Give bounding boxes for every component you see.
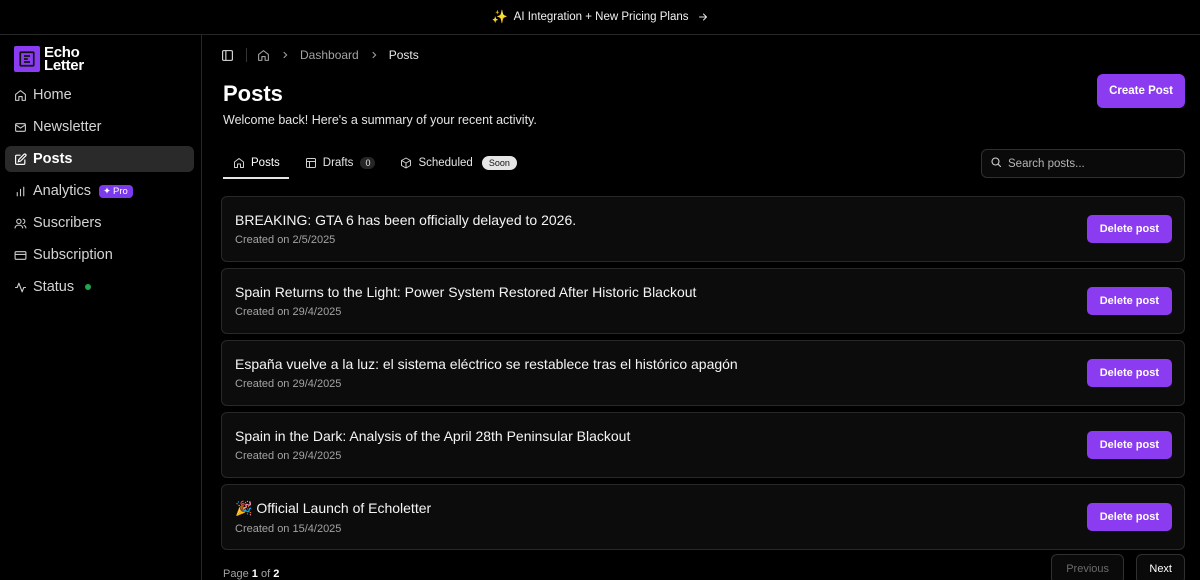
sparkle-icon: ✦ — [103, 185, 111, 197]
sidebar-item-status[interactable]: Status — [5, 274, 194, 300]
sidebar-item-label: Posts — [33, 151, 73, 167]
search-input[interactable] — [1008, 157, 1178, 170]
sidebar-item-label: Suscribers — [33, 215, 102, 231]
post-title: Spain in the Dark: Analysis of the April… — [235, 428, 631, 444]
sidebar-item-label: Analytics — [33, 183, 92, 199]
previous-page-button[interactable]: Previous — [1051, 554, 1124, 580]
page-subtitle: Welcome back! Here's a summary of your r… — [223, 113, 537, 127]
next-page-button[interactable]: Next — [1136, 554, 1185, 580]
tab-label: Drafts — [322, 157, 354, 169]
pagination: Page 1 of 2 Previous Next — [221, 554, 1185, 580]
search-icon — [990, 155, 1002, 173]
status-indicator — [85, 284, 92, 290]
delete-post-button[interactable]: Delete post — [1086, 359, 1172, 387]
banner-text: AI Integration + New Pricing Plans — [513, 11, 689, 23]
sidebar-item-subscription[interactable]: Subscription — [5, 242, 194, 268]
breadcrumb: Dashboard Posts — [221, 48, 1185, 62]
post-date: Created on 29/4/2025 — [235, 378, 342, 390]
users-icon — [14, 217, 27, 230]
post-title: Spain Returns to the Light: Power System… — [235, 284, 697, 300]
bar-chart-icon — [14, 185, 27, 198]
post-date: Created on 29/4/2025 — [235, 306, 342, 318]
arrow-right-icon — [697, 11, 709, 23]
divider — [246, 48, 247, 62]
post-title: España vuelve a la luz: el sistema eléct… — [235, 356, 738, 372]
tab-scheduled[interactable]: Scheduled Soon — [390, 149, 525, 179]
announcement-banner[interactable]: ✨ AI Integration + New Pricing Plans — [0, 0, 1200, 35]
post-card[interactable]: BREAKING: GTA 6 has been officially dela… — [221, 196, 1185, 262]
box-icon — [400, 157, 412, 169]
sidebar-item-label: Home — [33, 87, 72, 103]
home-icon — [233, 157, 245, 169]
edit-icon — [14, 152, 27, 166]
sidebar-item-label: Status — [33, 279, 75, 295]
post-card[interactable]: Spain in the Dark: Analysis of the April… — [221, 412, 1185, 478]
delete-post-button[interactable]: Delete post — [1086, 287, 1172, 315]
post-date: Created on 15/4/2025 — [235, 523, 342, 535]
post-list: BREAKING: GTA 6 has been officially dela… — [221, 196, 1185, 550]
create-post-button[interactable]: Create Post — [1097, 74, 1185, 108]
logo-mark-icon — [14, 46, 40, 72]
tab-label: Scheduled — [418, 157, 473, 169]
logo-text: Echo Letter — [44, 44, 84, 74]
sidebar-item-label: Subscription — [33, 247, 113, 263]
tab-label: Posts — [251, 157, 280, 169]
credit-card-icon — [14, 249, 27, 262]
breadcrumb-dashboard[interactable]: Dashboard — [300, 48, 359, 62]
main-content: Dashboard Posts Posts Welcome back! Here… — [202, 35, 1200, 580]
activity-icon — [14, 281, 27, 294]
post-date: Created on 2/5/2025 — [235, 234, 336, 246]
page-indicator: Page 1 of 2 — [223, 568, 280, 580]
tab-posts[interactable]: Posts — [223, 149, 289, 179]
delete-post-button[interactable]: Delete post — [1086, 215, 1172, 243]
chevron-right-icon — [280, 50, 290, 60]
sidebar-item-analytics[interactable]: Analytics ✦ Pro — [5, 178, 194, 204]
post-card[interactable]: España vuelve a la luz: el sistema eléct… — [221, 340, 1185, 406]
page-header: Posts Welcome back! Here's a summary of … — [221, 74, 1185, 133]
sidebar-item-posts[interactable]: Posts — [5, 146, 194, 172]
post-title: BREAKING: GTA 6 has been officially dela… — [235, 212, 577, 228]
pro-badge: ✦ Pro — [99, 184, 133, 198]
sidebar-item-suscribers[interactable]: Suscribers — [5, 210, 194, 236]
sidebar-item-label: Newsletter — [33, 119, 102, 135]
drafts-count-badge: 0 — [360, 157, 376, 169]
layout-icon — [305, 157, 317, 169]
breadcrumb-current: Posts — [388, 48, 419, 62]
home-icon — [14, 89, 27, 102]
post-card[interactable]: Spain Returns to the Light: Power System… — [221, 268, 1185, 334]
chevron-right-icon — [369, 50, 379, 60]
sidebar-toggle-icon[interactable] — [221, 49, 234, 62]
logo[interactable]: Echo Letter — [5, 44, 194, 74]
post-date: Created on 29/4/2025 — [235, 450, 342, 462]
soon-badge: Soon — [481, 156, 517, 170]
post-card[interactable]: 🎉 Official Launch of Echoletter Created … — [221, 484, 1185, 550]
tabs-row: Posts Drafts 0 Scheduled Soon — [221, 149, 1185, 179]
sidebar-item-newsletter[interactable]: Newsletter — [5, 114, 194, 140]
mail-icon — [14, 121, 27, 134]
sparkles-icon: ✨ — [491, 9, 508, 24]
tab-drafts[interactable]: Drafts 0 — [295, 149, 385, 179]
delete-post-button[interactable]: Delete post — [1086, 431, 1172, 459]
page-title: Posts — [223, 81, 283, 106]
delete-post-button[interactable]: Delete post — [1086, 503, 1172, 531]
sidebar: Echo Letter Home Newsletter Posts Analyt… — [0, 35, 202, 580]
search-box[interactable] — [981, 149, 1185, 178]
sidebar-item-home[interactable]: Home — [5, 82, 194, 108]
home-icon[interactable] — [257, 49, 270, 62]
post-title: 🎉 Official Launch of Echoletter — [235, 500, 432, 516]
